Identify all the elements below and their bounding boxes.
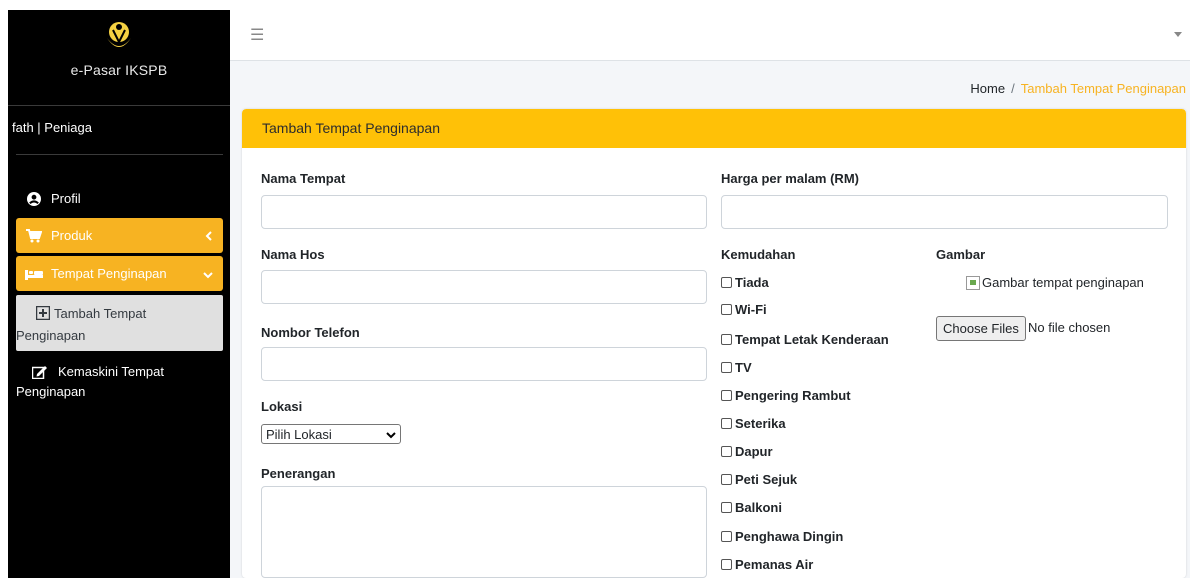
checkbox[interactable]	[721, 362, 732, 373]
kemudahan-option-label: Pemanas Air	[735, 557, 814, 572]
gambar-label: Gambar	[936, 247, 986, 262]
kemudahan-option-label: Tempat Letak Kenderaan	[735, 332, 889, 347]
chevron-down-icon	[386, 427, 396, 442]
kemudahan-option-label: Tiada	[735, 275, 769, 290]
harga-label: Harga per malam (RM)	[721, 171, 859, 186]
telefon-input[interactable]	[261, 347, 707, 381]
top-navbar: ☰	[230, 10, 1190, 61]
card-header: Tambah Tempat Penginapan	[242, 109, 1186, 148]
checkbox[interactable]	[721, 502, 732, 513]
checkbox[interactable]	[721, 474, 732, 485]
breadcrumb-current: Tambah Tempat Penginapan	[1020, 81, 1186, 96]
kemudahan-option[interactable]: Pemanas Air	[721, 557, 813, 572]
broken-image-icon	[966, 275, 980, 290]
kemudahan-option-label: Seterika	[735, 416, 786, 431]
gambar-preview: Gambar tempat penginapan	[966, 275, 1144, 290]
brand[interactable]: e-Pasar IKSPB	[8, 10, 230, 106]
checkbox[interactable]	[721, 418, 732, 429]
sidebar-item-label: Profil	[51, 191, 81, 206]
kemudahan-option[interactable]: Tiada	[721, 275, 769, 290]
sidebar-item-produk[interactable]: Produk	[16, 218, 223, 253]
checkbox[interactable]	[721, 277, 732, 288]
kemudahan-option-label: Wi-Fi	[735, 302, 767, 317]
cart-icon	[25, 228, 43, 244]
kemudahan-option-label: TV	[735, 360, 752, 375]
choose-files-button[interactable]: Choose Files	[936, 316, 1026, 341]
kemudahan-option-label: Balkoni	[735, 500, 782, 515]
bed-icon	[25, 266, 43, 282]
breadcrumb: Home / Tambah Tempat Penginapan	[970, 81, 1186, 96]
nama-tempat-label: Nama Tempat	[261, 171, 346, 186]
telefon-label: Nombor Telefon	[261, 325, 360, 340]
sidebar-subitem-text: Kemaskini Tempat Penginapan	[16, 364, 164, 399]
hamburger-icon[interactable]: ☰	[250, 25, 264, 45]
user-name[interactable]: fath | Peniaga	[12, 120, 92, 135]
nama-hos-label: Nama Hos	[261, 247, 325, 262]
kemudahan-option[interactable]: TV	[721, 360, 752, 375]
kemudahan-option[interactable]: Tempat Letak Kenderaan	[721, 332, 889, 347]
kemudahan-option-label: Pengering Rambut	[735, 388, 851, 403]
sidebar-subitem-text: Tambah Tempat Penginapan	[16, 306, 147, 343]
brand-name: e-Pasar IKSPB	[70, 62, 168, 78]
checkbox[interactable]	[721, 531, 732, 542]
penerangan-textarea[interactable]	[261, 486, 707, 578]
file-status: No file chosen	[1028, 320, 1111, 335]
kemudahan-option-label: Penghawa Dingin	[735, 529, 844, 544]
checkbox[interactable]	[721, 446, 732, 457]
sidebar-item-label: Produk	[51, 228, 93, 243]
kemudahan-option[interactable]: Pengering Rambut	[721, 388, 851, 403]
sidebar-subitem-tambah[interactable]: Tambah Tempat Penginapan	[16, 295, 223, 351]
caret-down-icon[interactable]	[1174, 32, 1182, 37]
lokasi-select[interactable]: Pilih Lokasi	[261, 424, 401, 444]
sidebar-subitem-label: Tambah Tempat Penginapan	[16, 303, 216, 347]
sidebar-item-profil[interactable]: Profil	[16, 181, 223, 216]
kemudahan-label: Kemudahan	[721, 247, 796, 262]
chevron-down-icon	[203, 267, 213, 282]
kemudahan-option-label: Peti Sejuk	[735, 472, 798, 487]
checkbox[interactable]	[721, 390, 732, 401]
kemudahan-option-label: Dapur	[735, 444, 773, 459]
checkbox[interactable]	[721, 559, 732, 570]
breadcrumb-separator: /	[1011, 81, 1015, 96]
sidebar: e-Pasar IKSPB	[8, 10, 230, 578]
harga-input[interactable]	[721, 195, 1168, 229]
nama-hos-input[interactable]	[261, 270, 707, 304]
logo-icon	[8, 10, 230, 62]
penerangan-label: Penerangan	[261, 466, 336, 481]
kemudahan-option[interactable]: Dapur	[721, 444, 773, 459]
checkbox[interactable]	[721, 334, 732, 345]
lokasi-label: Lokasi	[261, 399, 303, 414]
kemudahan-option[interactable]: Balkoni	[721, 500, 782, 515]
kemudahan-option[interactable]: Peti Sejuk	[721, 472, 797, 487]
sidebar-item-label: Tempat Penginapan	[51, 266, 167, 281]
lokasi-select-value: Pilih Lokasi	[266, 426, 332, 442]
user-divider	[16, 154, 223, 155]
kemudahan-option[interactable]: Wi-Fi	[721, 302, 767, 317]
gambar-alt-text: Gambar tempat penginapan	[982, 275, 1144, 290]
sidebar-item-tempat-penginapan[interactable]: Tempat Penginapan	[16, 256, 223, 291]
breadcrumb-home[interactable]: Home	[970, 81, 1005, 96]
kemudahan-option[interactable]: Seterika	[721, 416, 786, 431]
nama-tempat-input[interactable]	[261, 195, 707, 229]
chevron-left-icon	[205, 229, 213, 244]
kemudahan-option[interactable]: Penghawa Dingin	[721, 529, 843, 544]
user-circle-icon	[25, 191, 43, 207]
checkbox[interactable]	[721, 304, 732, 315]
